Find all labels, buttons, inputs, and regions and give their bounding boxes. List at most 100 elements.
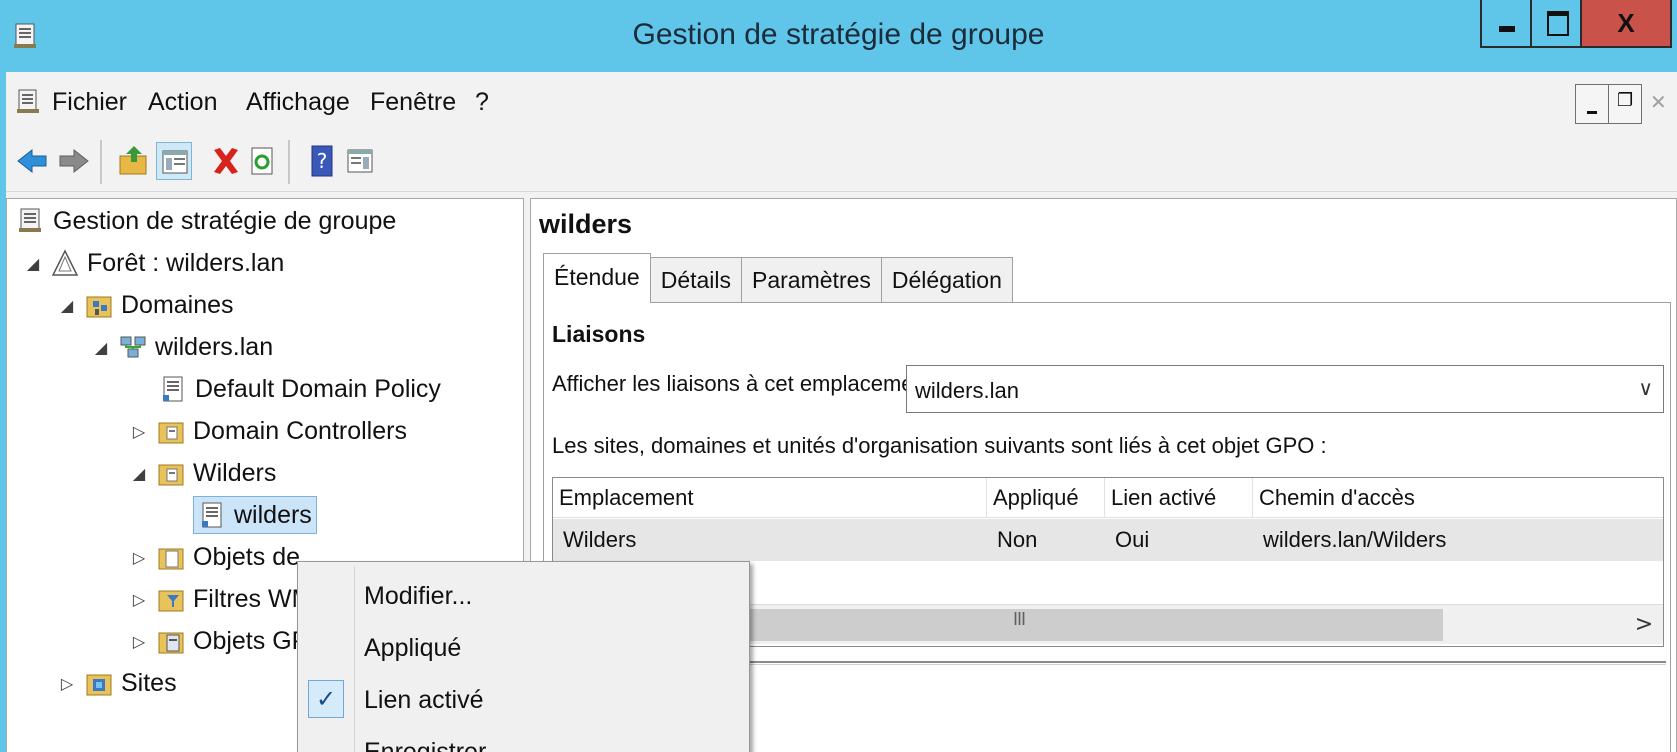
tree-label: Objets GP <box>193 626 309 655</box>
menu-item-lien-active[interactable]: ✓ Lien activé <box>298 674 748 726</box>
cell-location: Wilders <box>563 527 637 552</box>
up-folder-icon[interactable] <box>116 142 152 180</box>
tree-node-root[interactable]: Gestion de stratégie de groupe <box>17 201 396 241</box>
collapse-icon[interactable]: ◢ <box>93 338 109 357</box>
wmi-filter-folder-icon <box>157 585 185 613</box>
tree-node-domains[interactable]: ◢ Domaines <box>59 285 234 325</box>
forest-icon <box>51 249 79 277</box>
selected-node[interactable]: wilders <box>193 496 317 534</box>
toolbar: ? <box>6 134 1677 192</box>
collapse-icon[interactable]: ◢ <box>25 254 41 273</box>
gpo-link-icon <box>198 501 226 529</box>
tab-details[interactable]: Détails <box>649 257 743 303</box>
expand-icon[interactable]: ▷ <box>131 632 147 651</box>
menu-action[interactable]: Action <box>148 88 217 117</box>
toolbar-separator <box>100 140 102 184</box>
tab-parametres[interactable]: Paramètres <box>741 257 882 303</box>
collapse-icon[interactable]: ◢ <box>59 296 75 315</box>
tree-label: Filtres WM <box>193 584 313 613</box>
gpo-heading: wilders <box>539 209 633 239</box>
mdi-minimize-button[interactable] <box>1575 84 1609 124</box>
minimize-button[interactable] <box>1480 0 1532 48</box>
tree-node-default-domain-policy[interactable]: Default Domain Policy <box>159 369 441 409</box>
menu-help[interactable]: ? <box>475 88 489 117</box>
tree-label: Objets de <box>193 542 301 571</box>
tab-delegation[interactable]: Délégation <box>880 257 1013 303</box>
help-icon[interactable]: ? <box>304 142 340 180</box>
tree-label: Gestion de stratégie de groupe <box>53 206 397 235</box>
tree-node-starter-gpos[interactable]: ▷ Objets GP <box>131 621 308 661</box>
tree-node-domain[interactable]: ◢ wilders.lan <box>93 327 273 367</box>
tab-etendue[interactable]: Étendue <box>543 253 651 303</box>
tree-node-wilders-gpo[interactable]: wilders <box>193 495 317 535</box>
expand-icon[interactable]: ▷ <box>131 422 147 441</box>
checkmark-icon: ✓ <box>308 680 344 718</box>
column-header-chemin[interactable]: Chemin d'accès <box>1253 478 1663 518</box>
tree-label: wilders <box>234 500 312 529</box>
close-label: X <box>1617 8 1635 38</box>
sites-folder-icon <box>85 669 113 697</box>
gpo-folder-icon <box>157 543 185 571</box>
forward-arrow-icon[interactable] <box>56 142 92 180</box>
title-bar: Gestion de stratégie de groupe X <box>0 0 1677 72</box>
cell-enforced: Non <box>997 527 1038 552</box>
tab-strip: Étendue Détails Paramètres Délégation <box>543 253 1013 303</box>
menu-item-label: Enregistrer <box>364 738 487 752</box>
refresh-icon[interactable] <box>244 142 280 180</box>
scrollbar-thumb[interactable] <box>723 609 1443 641</box>
table-header: Emplacement Appliqué Lien activé Chemin … <box>553 478 1663 518</box>
tree-node-domain-controllers[interactable]: ▷ Domain Controllers <box>131 411 407 451</box>
menu-item-applique[interactable]: Appliqué <box>298 622 748 674</box>
show-links-label: Afficher les liaisons à cet emplacement … <box>552 371 945 396</box>
window-title: Gestion de stratégie de groupe <box>632 18 1045 51</box>
mdi-window-controls <box>1575 84 1675 124</box>
mdi-restore-button[interactable] <box>1608 84 1642 124</box>
menu-affichage[interactable]: Affichage <box>246 88 350 117</box>
links-location-dropdown[interactable]: wilders.lan ∨ <box>906 365 1664 413</box>
dropdown-value: wilders.lan <box>915 378 1019 403</box>
expand-icon[interactable]: ▷ <box>131 548 147 567</box>
menu-item-label: Modifier... <box>364 582 473 610</box>
delete-icon[interactable] <box>208 142 244 180</box>
toolbar-separator <box>288 140 290 184</box>
menu-fichier[interactable]: Fichier <box>52 88 127 117</box>
domains-folder-icon <box>85 291 113 319</box>
ou-folder-icon <box>157 417 185 445</box>
ou-folder-icon <box>157 459 185 487</box>
tree-node-gpo-objects[interactable]: ▷ Objets de <box>131 537 300 577</box>
back-arrow-icon[interactable] <box>14 142 50 180</box>
tree-label: Default Domain Policy <box>195 374 441 403</box>
cell-link-enabled: Oui <box>1115 527 1150 552</box>
mdi-app-icon[interactable] <box>16 89 40 115</box>
expand-icon[interactable]: ▷ <box>59 674 75 693</box>
client-area: Fichier Action Affichage Fenêtre ? ❐ ✕ ?… <box>6 72 1677 752</box>
table-row[interactable]: Wilders Non Oui wilders.lan/Wilders <box>553 519 1663 561</box>
maximize-button[interactable] <box>1532 0 1582 48</box>
tree-node-wilders-ou[interactable]: ◢ Wilders <box>131 453 277 493</box>
tree-label: Domain Controllers <box>193 416 407 445</box>
menu-item-modifier[interactable]: Modifier... <box>298 570 748 622</box>
menu-fenetre[interactable]: Fenêtre <box>370 88 456 117</box>
menu-item-enregistrer[interactable]: Enregistrer <box>298 726 748 752</box>
tree-label: Domaines <box>121 290 234 319</box>
gpmc-icon <box>17 207 45 235</box>
show-hide-tree-icon[interactable] <box>156 142 192 180</box>
expand-icon[interactable]: ▷ <box>131 590 147 609</box>
close-button[interactable]: X <box>1582 0 1672 48</box>
scroll-right-arrow-icon[interactable]: > <box>1629 609 1659 641</box>
gpo-link-icon <box>159 375 187 403</box>
column-header-lien-active[interactable]: Lien activé <box>1105 478 1253 518</box>
column-header-emplacement[interactable]: Emplacement <box>553 478 987 518</box>
tree-label: Sites <box>121 668 177 697</box>
chevron-down-icon[interactable]: ∨ <box>1638 376 1653 400</box>
column-header-applique[interactable]: Appliqué <box>987 478 1105 518</box>
tree-node-forest[interactable]: ◢ Forêt : wilders.lan <box>25 243 284 283</box>
mdi-close-button[interactable] <box>1641 84 1675 124</box>
tree-label: Wilders <box>193 458 277 487</box>
tree-node-sites[interactable]: ▷ Sites <box>59 663 177 703</box>
show-action-pane-icon[interactable] <box>342 142 378 180</box>
tree-label: wilders.lan <box>155 332 274 361</box>
menu-item-label: Appliqué <box>364 634 462 662</box>
tree-node-wmi-filters[interactable]: ▷ Filtres WM <box>131 579 313 619</box>
collapse-icon[interactable]: ◢ <box>131 464 147 483</box>
